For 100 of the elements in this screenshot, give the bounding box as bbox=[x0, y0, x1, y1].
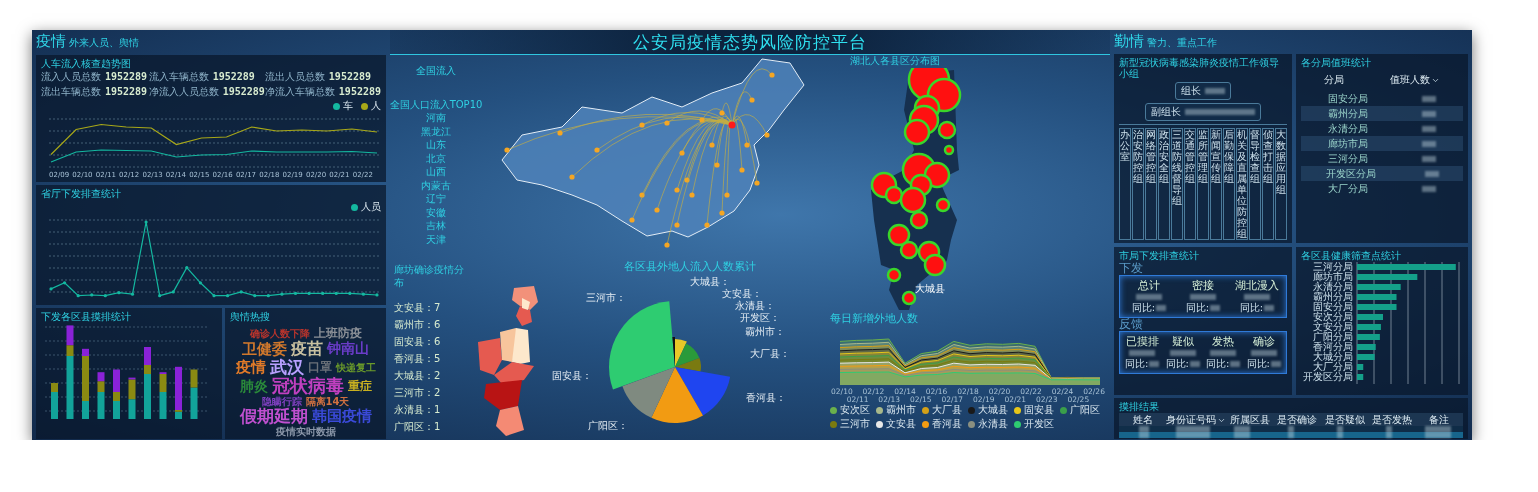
redacted-text bbox=[1189, 361, 1200, 367]
district-count: 广阳区：1 bbox=[394, 420, 441, 434]
section-label: 全国流入 bbox=[416, 65, 456, 78]
column-header: 是否发热 bbox=[1372, 413, 1412, 427]
redacted-text bbox=[1185, 109, 1255, 115]
ratio-label: 同比: bbox=[1131, 301, 1156, 315]
ratio-label: 同比: bbox=[1185, 301, 1210, 315]
bar-label: 文安分局 bbox=[1312, 322, 1353, 332]
heat-spot bbox=[923, 161, 951, 188]
table-cell: 固安分局 bbox=[1328, 91, 1368, 106]
redacted-text bbox=[1136, 294, 1162, 300]
cloud-word: 隔离14天 bbox=[305, 396, 350, 408]
stat-value: 1952289 bbox=[105, 86, 148, 97]
cloud-word: 确诊人数下降 bbox=[249, 328, 310, 340]
cloud-word: 卫健委 bbox=[242, 340, 287, 358]
data-point bbox=[198, 281, 202, 285]
section-label: 廊坊确诊疫情分布 bbox=[394, 264, 465, 289]
legend-label: 大厂县 bbox=[932, 403, 962, 418]
district-count: 永清县：1 bbox=[394, 403, 441, 417]
legend-label: 文安县 bbox=[886, 417, 916, 432]
redacted-text bbox=[1422, 185, 1436, 192]
redacted-text bbox=[1422, 110, 1436, 117]
panel-title: 各区县健康筛查点统计 bbox=[1301, 250, 1402, 261]
data-point bbox=[158, 294, 162, 298]
cloud-word: 武汉 bbox=[269, 357, 304, 377]
stat-value: 1952289 bbox=[328, 71, 371, 82]
province-name: 山东 bbox=[426, 139, 446, 152]
column-header: 值班人数 bbox=[1390, 73, 1430, 87]
column-header: 所属区县 bbox=[1230, 413, 1270, 427]
bar bbox=[1357, 334, 1380, 340]
heat-spot bbox=[943, 144, 955, 155]
group-name: 机关及直属单位防控组 bbox=[1237, 129, 1247, 239]
pie-label: 香河县： bbox=[746, 391, 786, 403]
section-title: 勤情 bbox=[1114, 32, 1144, 51]
column-header: 备注 bbox=[1429, 413, 1450, 427]
cloud-word: 快递复工 bbox=[335, 361, 376, 373]
group-name: 侦查打击组 bbox=[1263, 129, 1273, 184]
redacted-text bbox=[1210, 305, 1221, 311]
legend-label: 固安县 bbox=[1024, 403, 1054, 418]
group-label: 反馈 bbox=[1119, 318, 1144, 331]
stat-value: 1952289 bbox=[105, 71, 148, 82]
province-name: 黑龙江 bbox=[421, 125, 451, 138]
province-name: 河南 bbox=[426, 112, 446, 125]
redacted-text bbox=[1129, 350, 1156, 356]
data-point bbox=[76, 294, 80, 298]
cloud-word: 钟南山 bbox=[327, 341, 369, 357]
legend-label: 香河县 bbox=[932, 417, 962, 432]
cloud-word: 重症 bbox=[347, 379, 372, 393]
cloud-word: 口罩 bbox=[307, 360, 332, 374]
column-header: 姓名 bbox=[1132, 413, 1153, 427]
data-point bbox=[185, 266, 189, 270]
stat-label: 净流入人员总数 bbox=[148, 85, 219, 99]
panel-title: 舆情热搜 bbox=[230, 311, 271, 323]
stat-label: 流出人员总数 bbox=[264, 70, 325, 84]
district-count: 香河县：5 bbox=[394, 352, 441, 366]
legend-label: 开发区 bbox=[1024, 417, 1054, 432]
data-point bbox=[171, 290, 175, 294]
stat-value: 1952289 bbox=[212, 71, 255, 82]
bar bbox=[1357, 304, 1397, 310]
legend-label: 车 bbox=[343, 99, 353, 113]
pie-label: 广阳区： bbox=[588, 419, 628, 431]
ratio-label: 同比: bbox=[1125, 357, 1149, 371]
group-name: 网络管控组 bbox=[1146, 129, 1156, 184]
legend-label: 三河市 bbox=[840, 417, 870, 432]
group-name: 新闻宣传组 bbox=[1211, 129, 1221, 184]
column-header: 是否确诊 bbox=[1277, 413, 1318, 427]
stat-label: 疑似 bbox=[1171, 334, 1194, 349]
column-header: 是否疑似 bbox=[1324, 413, 1365, 427]
data-point bbox=[280, 292, 284, 296]
redacted-text bbox=[1210, 350, 1237, 356]
section-subtitle: 外来人员、舆情 bbox=[69, 36, 139, 50]
data-point bbox=[49, 287, 53, 291]
province-name: 内蒙古 bbox=[421, 179, 451, 192]
redacted-text bbox=[1422, 95, 1436, 102]
bar-label: 固安分局 bbox=[1312, 302, 1353, 312]
ratio-label: 同比: bbox=[1246, 357, 1270, 371]
bar bbox=[1357, 374, 1364, 380]
bar-label: 开发区分局 bbox=[1302, 372, 1353, 382]
group-name: 后勤保障组 bbox=[1224, 129, 1234, 184]
district-count: 三河市：2 bbox=[394, 386, 441, 400]
stat-label: 流出车辆总数 bbox=[41, 85, 101, 99]
stat-label: 密接 bbox=[1192, 278, 1214, 293]
data-point bbox=[361, 292, 365, 296]
pie-label: 固安县： bbox=[552, 369, 592, 381]
redacted-text bbox=[1156, 305, 1167, 311]
heat-spot bbox=[901, 290, 917, 305]
pie-label: 大厂县： bbox=[750, 347, 790, 359]
heat-spot bbox=[899, 240, 919, 259]
redacted-text bbox=[1190, 294, 1216, 300]
data-point bbox=[239, 290, 243, 294]
role-label: 副组长 bbox=[1151, 105, 1181, 119]
district-count: 大城县：2 bbox=[394, 369, 441, 383]
bar-label: 霸州分局 bbox=[1312, 292, 1353, 302]
stat-value: 1952289 bbox=[222, 86, 265, 97]
group-name: 监所管理组 bbox=[1198, 129, 1208, 184]
heat-spot bbox=[899, 186, 927, 213]
redacted-text bbox=[1270, 361, 1281, 367]
cloud-word: 疫情 bbox=[235, 358, 266, 376]
ratio-label: 同比: bbox=[1239, 301, 1264, 315]
data-point bbox=[63, 281, 67, 285]
